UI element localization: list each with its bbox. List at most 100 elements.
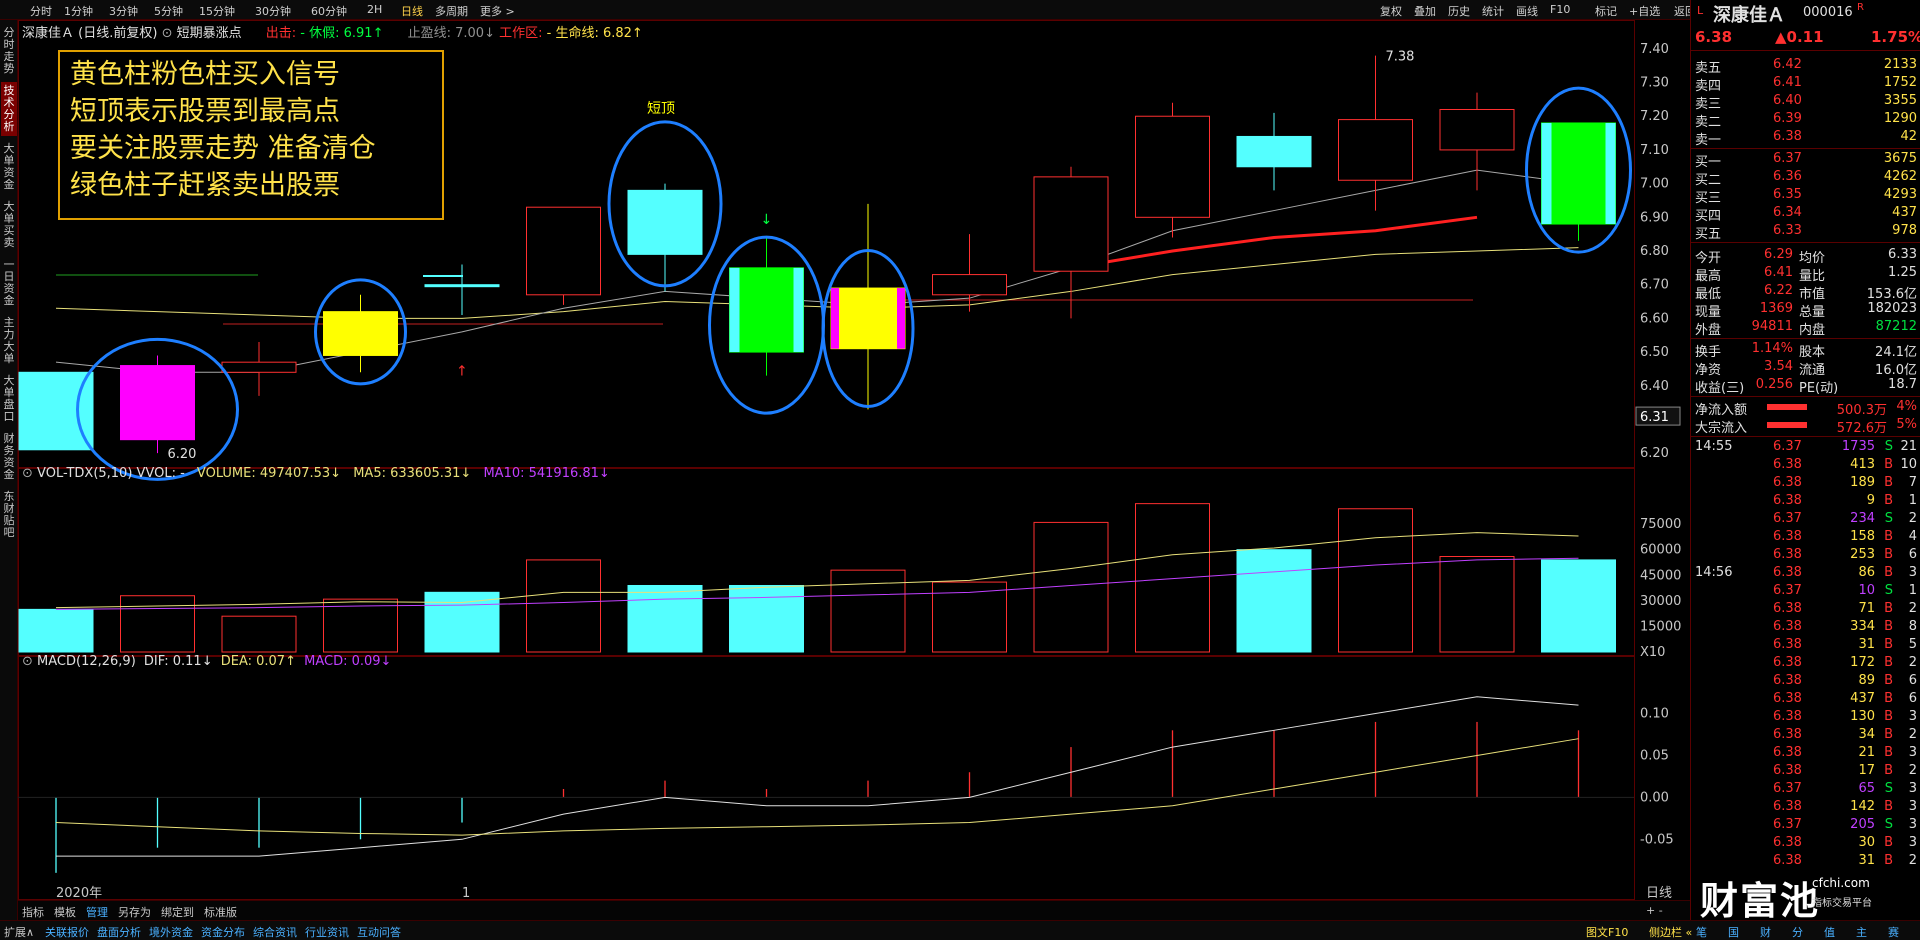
divider [1691, 50, 1920, 51]
stat-label: PE(动) [1799, 381, 1839, 396]
left-tab[interactable]: 技术分析 [1, 82, 17, 136]
bottom-tab[interactable]: 扩展∧ [4, 924, 34, 940]
candle[interactable] [526, 206, 601, 305]
bottom-tab[interactable]: 境外资金 [149, 924, 193, 940]
left-tab[interactable]: 东财贴吧 [1, 488, 17, 542]
tick-volume: 205 [1850, 817, 1875, 832]
candle[interactable] [1033, 166, 1109, 319]
tick-row: 6.37 234 S 2 [1691, 510, 1920, 528]
period-tab[interactable]: 5分钟 [154, 3, 183, 19]
bottom-tab[interactable]: 资金分布 [201, 924, 245, 940]
candle-body [1541, 122, 1616, 225]
bottom-tab[interactable]: 行业资讯 [305, 924, 349, 940]
price-axis-tick: 6.60 [1640, 311, 1669, 326]
pane-border [18, 656, 1635, 900]
period-tab[interactable]: 30分钟 [255, 3, 291, 19]
vol-name[interactable]: VOL-TDX(5,10) VVOL: - [37, 466, 185, 481]
side-icon-button[interactable]: 财 [1760, 924, 1771, 940]
side-icon-button[interactable]: 值 [1824, 924, 1835, 940]
side-icon-button[interactable]: 主 [1856, 924, 1867, 940]
candle[interactable] [1338, 55, 1413, 211]
tick-price: 6.38 [1773, 547, 1802, 562]
indicator-tool-tab[interactable]: 另存为 [118, 904, 151, 920]
tick-price: 6.38 [1773, 673, 1802, 688]
volume-axis-tick: X10 [1640, 645, 1665, 660]
period-corner-label[interactable]: 日线 [1646, 886, 1672, 900]
tool-button[interactable]: F10 [1550, 3, 1570, 16]
tick-row: 6.38 31 B 5 [1691, 636, 1920, 654]
side-icon-button[interactable]: 笔 [1696, 924, 1707, 940]
candle-edge [729, 267, 740, 353]
period-tab[interactable]: 1分钟 [64, 3, 93, 19]
bottom-tab[interactable]: 综合资讯 [253, 924, 297, 940]
bottom-tab[interactable]: 互动问答 [357, 924, 401, 940]
period-tab[interactable]: 15分钟 [199, 3, 235, 19]
candle[interactable] [120, 355, 195, 454]
order-volume: 42 [1900, 129, 1917, 144]
order-book-row: 买一 6.37 3675 [1691, 150, 1920, 170]
tool-button[interactable]: 统计 [1482, 3, 1504, 19]
period-tab[interactable]: 分时 [30, 3, 52, 19]
tick-price: 6.37 [1773, 439, 1802, 454]
indicator-name[interactable]: 短期暴涨点 [177, 26, 242, 41]
candle[interactable] [830, 203, 906, 410]
side-icon-button[interactable]: 赛 [1888, 924, 1899, 940]
period-tab[interactable]: 60分钟 [311, 3, 347, 19]
left-tab[interactable]: 主力大单 [1, 314, 17, 368]
candle[interactable] [1541, 122, 1616, 241]
candle[interactable] [1135, 102, 1210, 238]
volume-axis-tick: 15000 [1640, 619, 1681, 634]
zoom-buttons[interactable]: + - [1646, 904, 1663, 917]
volume-bar [18, 608, 94, 653]
last-price: 6.38 [1695, 28, 1733, 46]
period-tab[interactable]: 日线 [401, 3, 423, 19]
left-tab[interactable]: 大单买卖 [1, 198, 17, 252]
indicator-tool-tab[interactable]: 绑定到 [161, 904, 194, 920]
tick-row: 6.38 9 B 1 [1691, 492, 1920, 510]
bottom-right-button[interactable]: 侧边栏 « [1649, 924, 1692, 940]
order-volume: 3355 [1883, 93, 1917, 108]
period-tab[interactable]: 更多 > [480, 3, 515, 19]
period-tab[interactable]: 3分钟 [109, 3, 138, 19]
bottom-right-button[interactable]: 图文F10 [1586, 924, 1628, 940]
order-book-row: 卖一 6.38 42 [1691, 128, 1920, 148]
indicator-tool-tab[interactable]: 模板 [54, 904, 76, 920]
tool-button[interactable]: 历史 [1448, 3, 1470, 19]
period-tab[interactable]: 多周期 [435, 3, 468, 19]
tick-price: 6.38 [1773, 709, 1802, 724]
side-icon-button[interactable]: 分 [1792, 924, 1803, 940]
tool-button[interactable]: 标记 [1595, 3, 1617, 19]
tool-button[interactable]: 叠加 [1414, 3, 1436, 19]
bottom-tab[interactable]: 盘面分析 [97, 924, 141, 940]
side-icon-button[interactable]: 国 [1728, 924, 1739, 940]
fund-flow-row: 净流入额 500.3万 4% [1691, 398, 1920, 418]
tick-price: 6.38 [1773, 475, 1802, 490]
tool-button[interactable]: 画线 [1516, 3, 1538, 19]
stat-value: 1.14% [1751, 341, 1793, 356]
watermark-site: cfchi.com [1812, 876, 1870, 890]
indicator-tool-tab[interactable]: 指标 [22, 904, 44, 920]
left-tab[interactable]: 大单盘口 [1, 372, 17, 426]
tick-row: 6.38 413 B 10 [1691, 456, 1920, 474]
tick-count: 21 [1900, 439, 1917, 454]
bottom-tab[interactable]: 关联报价 [45, 924, 89, 940]
candle[interactable] [1236, 112, 1312, 191]
left-tab[interactable]: 大单资金 [1, 140, 17, 194]
tool-button[interactable]: +自选 [1629, 3, 1660, 19]
tick-row: 6.38 158 B 4 [1691, 528, 1920, 546]
left-tab[interactable]: 一日资金 [1, 256, 17, 310]
candle-edge [1605, 122, 1616, 225]
candle[interactable] [729, 237, 804, 376]
indicator-tool-tab[interactable]: 标准版 [204, 904, 237, 920]
macd-name[interactable]: MACD(12,26,9) [37, 654, 136, 669]
candle[interactable] [323, 294, 398, 373]
left-tab[interactable]: 分时走势 [1, 24, 17, 78]
tick-price: 6.38 [1773, 565, 1802, 580]
fund-flow-pct: 5% [1896, 417, 1917, 432]
period-tab[interactable]: 2H [367, 3, 382, 16]
indicator-tool-tab[interactable]: 管理 [86, 904, 108, 920]
candle-edge [1541, 122, 1552, 225]
left-tab[interactable]: 财务资金 [1, 430, 17, 484]
candle[interactable] [424, 264, 500, 316]
tool-button[interactable]: 复权 [1380, 3, 1402, 19]
